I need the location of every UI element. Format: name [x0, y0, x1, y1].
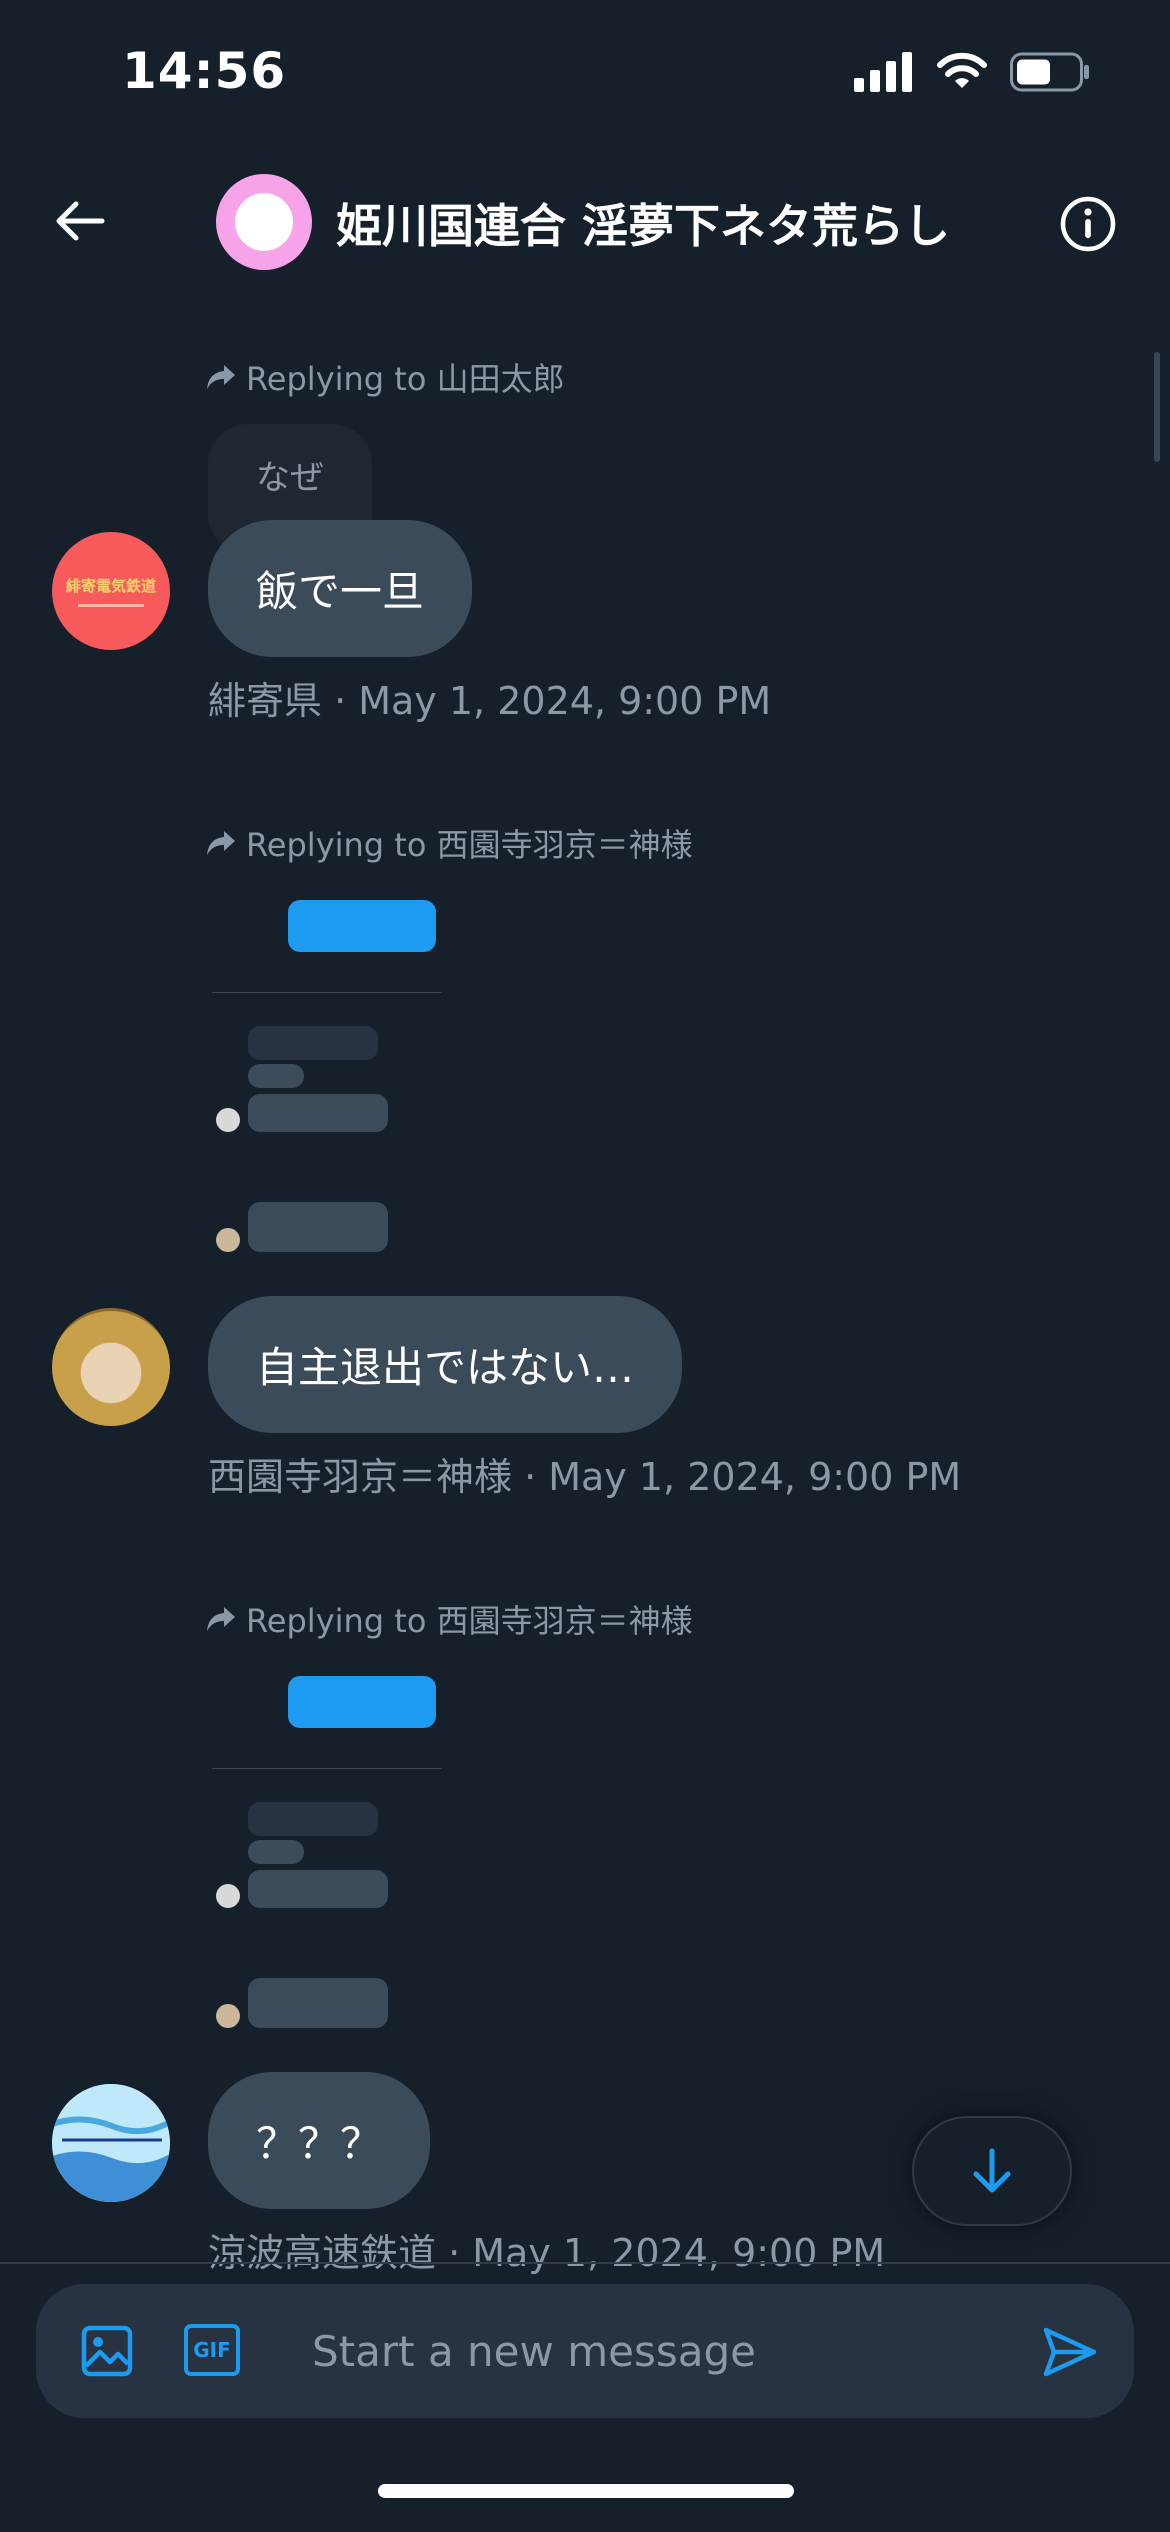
status-icons	[854, 52, 1090, 92]
send-icon[interactable]	[1040, 2322, 1100, 2382]
message-bubble[interactable]: 自主退出ではない…	[208, 1296, 683, 1433]
message-text: 自主退出ではない…	[256, 1343, 635, 1392]
message-meta: 西園寺羽京＝神様 · May 1, 2024, 9:00 PM	[208, 1455, 962, 1499]
gif-label: GIF	[193, 2338, 231, 2362]
conversation-title[interactable]: 姫川国連合 淫夢下ネタ荒らし	[336, 190, 950, 256]
home-indicator[interactable]	[378, 2484, 794, 2498]
message-text: 飯で一旦	[256, 567, 425, 616]
conversation-header: 姫川国連合 淫夢下ネタ荒らし	[0, 150, 1170, 290]
reply-label: Replying to 西園寺羽京＝神様	[246, 1602, 693, 1640]
signal-icon	[854, 52, 912, 92]
quoted-text: なぜ	[256, 458, 324, 498]
arrow-down-icon	[973, 2148, 1011, 2193]
group-avatar[interactable]	[216, 174, 312, 270]
avatar[interactable]	[52, 2084, 170, 2202]
arrow-left-icon	[56, 201, 105, 241]
status-bar: 14:56	[0, 0, 1170, 150]
reply-arrow-icon	[207, 1607, 235, 1631]
wave-logo-icon	[52, 2084, 170, 2202]
message-bubble[interactable]: ？？？	[208, 2072, 431, 2209]
reply-label: Replying to 西園寺羽京＝神様	[246, 826, 693, 864]
reply-arrow-icon	[207, 365, 235, 389]
reply-context[interactable]: Replying to 西園寺羽京＝神様	[206, 820, 693, 866]
image-icon[interactable]	[76, 2320, 138, 2382]
scrollbar[interactable]	[1154, 352, 1160, 462]
message-meta: 涼波高速鉄道 · May 1, 2024, 9:00 PM	[208, 2231, 886, 2275]
battery-icon	[1010, 52, 1089, 92]
message-text: ？？？	[256, 2119, 383, 2168]
reply-arrow-icon	[207, 831, 235, 855]
message-composer: GIF	[36, 2284, 1134, 2418]
avatar[interactable]	[52, 1308, 170, 1426]
quoted-screenshot[interactable]	[212, 896, 442, 1276]
avatar-logo-subline	[78, 604, 144, 607]
quoted-screenshot[interactable]	[212, 1672, 442, 2052]
gif-icon[interactable]: GIF	[184, 2324, 240, 2376]
group-avatar-center	[235, 193, 293, 251]
reply-label: Replying to 山田太郎	[246, 360, 565, 398]
status-time: 14:56	[122, 42, 287, 100]
back-button[interactable]	[40, 186, 120, 256]
message-input[interactable]	[312, 2318, 992, 2384]
message-bubble[interactable]: 飯で一旦	[208, 520, 473, 657]
avatar-logo-text: 緋寄電気鉄道	[65, 577, 156, 595]
reply-context[interactable]: Replying to 西園寺羽京＝神様	[206, 1596, 693, 1642]
message-meta: 緋寄県 · May 1, 2024, 9:00 PM	[208, 679, 772, 723]
avatar[interactable]: 緋寄電気鉄道	[52, 532, 170, 650]
info-icon[interactable]	[1058, 194, 1118, 254]
reply-context[interactable]: Replying to 山田太郎	[206, 354, 565, 400]
composer-divider	[0, 2262, 1170, 2264]
scroll-to-bottom-button[interactable]	[912, 2116, 1072, 2226]
wifi-icon	[937, 52, 987, 88]
